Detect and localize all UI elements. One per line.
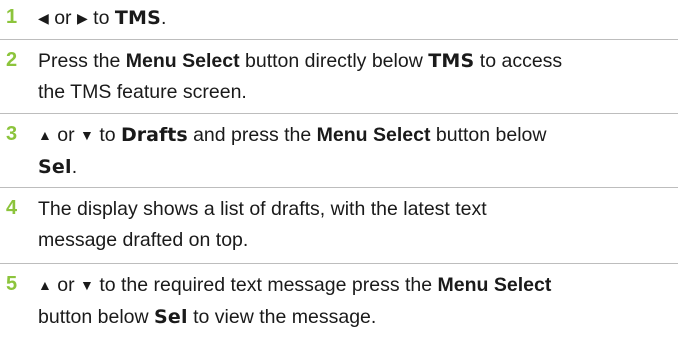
menu-select-label: Menu Select	[125, 50, 240, 72]
step-number: 5	[6, 273, 18, 295]
step-line: message drafted on top.	[38, 229, 249, 251]
down-arrow-icon: ▼	[80, 127, 94, 143]
text: Press the	[38, 50, 121, 72]
procedure-steps: 1 ◀ or ▶ to TMS. 2 Press the Menu Select…	[0, 0, 678, 342]
text: to the required text message press the	[99, 274, 433, 296]
step-text: ▲ or ▼ to Drafts and press the Menu Sele…	[38, 120, 666, 183]
step-text: The display shows a list of drafts, with…	[38, 194, 666, 256]
right-arrow-icon: ▶	[76, 10, 88, 26]
text: button directly below	[245, 50, 423, 72]
period: .	[161, 7, 167, 29]
softkey-sel: Sel	[38, 156, 72, 178]
step-number: 2	[6, 49, 18, 71]
menu-select-label: Menu Select	[316, 124, 431, 146]
step-4: 4 The display shows a list of drafts, wi…	[0, 188, 678, 264]
up-arrow-icon: ▲	[38, 277, 52, 293]
text: or	[57, 274, 75, 296]
softkey-sel: Sel	[154, 306, 188, 328]
text: to	[99, 124, 116, 146]
text: to view the message.	[193, 306, 377, 328]
step-line: the TMS feature screen.	[38, 81, 247, 103]
text: button below	[38, 306, 149, 328]
to-text: to	[93, 7, 110, 29]
display-text-tms: TMS	[428, 50, 475, 72]
menu-select-label: Menu Select	[437, 274, 552, 296]
up-arrow-icon: ▲	[38, 127, 52, 143]
step-line: Press the Menu Select button directly be…	[38, 46, 666, 77]
display-text-tms: TMS	[114, 7, 162, 29]
step-5: 5 ▲ or ▼ to the required text message pr…	[0, 264, 678, 342]
or-text: or	[54, 7, 72, 29]
text: and press the	[193, 124, 312, 146]
step-text: ▲ or ▼ to the required text message pres…	[38, 270, 666, 333]
step-number: 1	[6, 6, 18, 28]
step-line: ▲ or ▼ to the required text message pres…	[38, 270, 666, 302]
step-3: 3 ▲ or ▼ to Drafts and press the Menu Se…	[0, 114, 678, 188]
step-line: ▲ or ▼ to Drafts and press the Menu Sele…	[38, 120, 666, 152]
step-number: 4	[6, 197, 18, 219]
text: button below	[435, 124, 547, 146]
down-arrow-icon: ▼	[80, 277, 94, 293]
step-text: ◀ or ▶ to TMS.	[38, 3, 666, 35]
period: .	[71, 156, 78, 178]
step-1: 1 ◀ or ▶ to TMS.	[0, 0, 678, 40]
step-line: The display shows a list of drafts, with…	[38, 198, 487, 220]
left-arrow-icon: ◀	[38, 10, 49, 26]
display-text-drafts: Drafts	[121, 124, 188, 146]
step-number: 3	[6, 123, 18, 145]
step-text: Press the Menu Select button directly be…	[38, 46, 666, 108]
step-line: Sel.	[38, 152, 666, 183]
text: or	[57, 124, 75, 146]
step-2: 2 Press the Menu Select button directly …	[0, 40, 678, 114]
step-line: button below Sel to view the message.	[38, 302, 666, 333]
text: to access	[479, 50, 563, 72]
